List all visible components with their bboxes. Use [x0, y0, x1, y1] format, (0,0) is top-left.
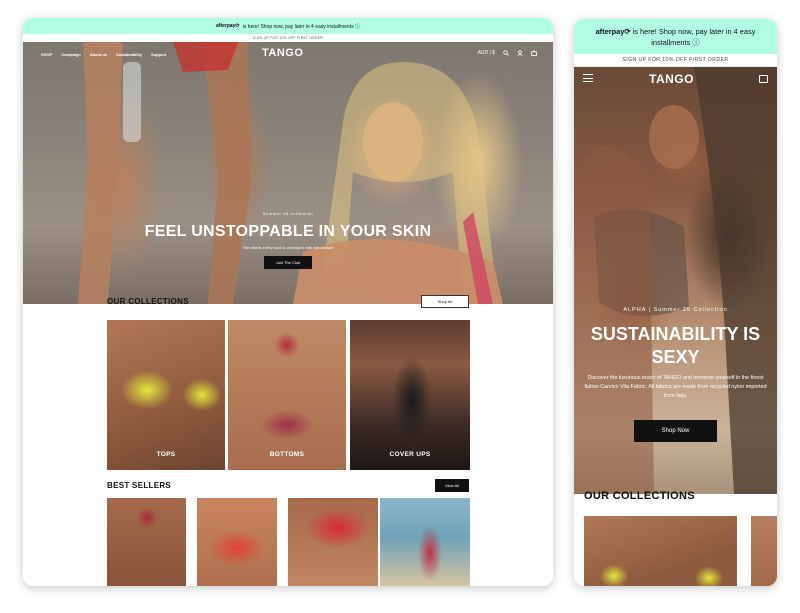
- mobile-nav: TANGO: [574, 67, 777, 93]
- afterpay-banner[interactable]: afterpay⟳ is here! Shop now, pay later i…: [574, 19, 777, 54]
- collection-card-bottoms[interactable]: BOTTOMS: [228, 320, 346, 470]
- nav-sustainability[interactable]: Sustainability: [116, 52, 142, 57]
- hero-description: Discover the luxurious touch of TANGO an…: [584, 375, 767, 399]
- brand-logo[interactable]: TANGO: [649, 72, 694, 86]
- collection-label: TOPS: [156, 451, 176, 458]
- collection-card-cover-ups[interactable]: COVER UPS: [350, 320, 470, 470]
- collection-card[interactable]: [751, 516, 777, 586]
- collection-label: BOTTOMS: [269, 451, 305, 458]
- hero-title: SUSTAINABILITY IS SEXY: [590, 324, 761, 367]
- collections-heading: OUR COLLECTIONS: [107, 297, 189, 306]
- join-club-button[interactable]: Join The Club: [264, 256, 312, 269]
- nav-shop[interactable]: SHOP: [41, 52, 52, 57]
- hero-section: TANGO ALPHA | Summer 25 Collection SUSTA…: [574, 67, 777, 494]
- collections-heading: OUR COLLECTIONS: [584, 490, 695, 502]
- menu-icon[interactable]: [583, 74, 593, 84]
- hero-title: FEEL UNSTOPPABLE IN YOUR SKIN: [144, 223, 432, 240]
- product-card[interactable]: [197, 498, 277, 586]
- nav-about[interactable]: About us: [90, 52, 107, 57]
- cart-icon[interactable]: [759, 75, 768, 83]
- nav-support[interactable]: Support: [151, 52, 166, 57]
- account-icon[interactable]: [517, 50, 523, 56]
- afterpay-text: is here! Shop now, pay later in 4 easy i…: [242, 23, 360, 30]
- cart-icon[interactable]: [531, 50, 537, 56]
- afterpay-banner[interactable]: afterpay⟳ is here! Shop now, pay later i…: [23, 18, 553, 34]
- view-all-button[interactable]: View All: [435, 479, 469, 492]
- signup-banner[interactable]: SIGN UP FOR 10% OFF FIRST ORDER: [23, 34, 553, 42]
- brand-logo[interactable]: TANGO: [262, 47, 303, 59]
- shop-all-button[interactable]: Shop All: [421, 295, 469, 308]
- best-sellers-heading: BEST SELLERS: [107, 481, 172, 490]
- collection-label: COVER UPS: [389, 451, 431, 458]
- mobile-screenshot: afterpay⟳ is here! Shop now, pay later i…: [574, 19, 777, 586]
- product-card[interactable]: [380, 498, 470, 586]
- afterpay-logo: afterpay⟳: [595, 26, 631, 36]
- afterpay-text: is here! Shop now, pay later in 4 easy i…: [632, 26, 756, 47]
- desktop-screenshot: afterpay⟳ is here! Shop now, pay later i…: [23, 18, 553, 586]
- hero-kicker: ALPHA | Summer 25 Collection: [623, 307, 728, 313]
- signup-banner[interactable]: SIGN UP FOR 10% OFF FIRST ORDER: [574, 54, 777, 67]
- header-icons: AUD | $: [478, 50, 537, 56]
- currency-selector[interactable]: AUD | $: [478, 50, 495, 56]
- hero-kicker: Summer 25 collection: [262, 211, 314, 216]
- product-card[interactable]: [288, 498, 378, 586]
- nav-campaign[interactable]: Campaign: [61, 52, 80, 57]
- product-card[interactable]: [107, 498, 186, 586]
- search-icon[interactable]: [503, 50, 509, 56]
- hero-section: SHOP Campaign About us Sustainability Su…: [23, 42, 553, 304]
- afterpay-message: afterpay⟳ is here! Shop now, pay later i…: [584, 26, 767, 48]
- collection-card[interactable]: [584, 516, 737, 586]
- nav-links: SHOP Campaign About us Sustainability Su…: [41, 52, 166, 57]
- hero-description: The bikinis every local is obsessed with…: [242, 245, 334, 250]
- collection-card-tops[interactable]: TOPS: [107, 320, 225, 470]
- afterpay-logo: afterpay⟳: [216, 23, 240, 29]
- shop-now-button[interactable]: Shop Now: [634, 420, 717, 442]
